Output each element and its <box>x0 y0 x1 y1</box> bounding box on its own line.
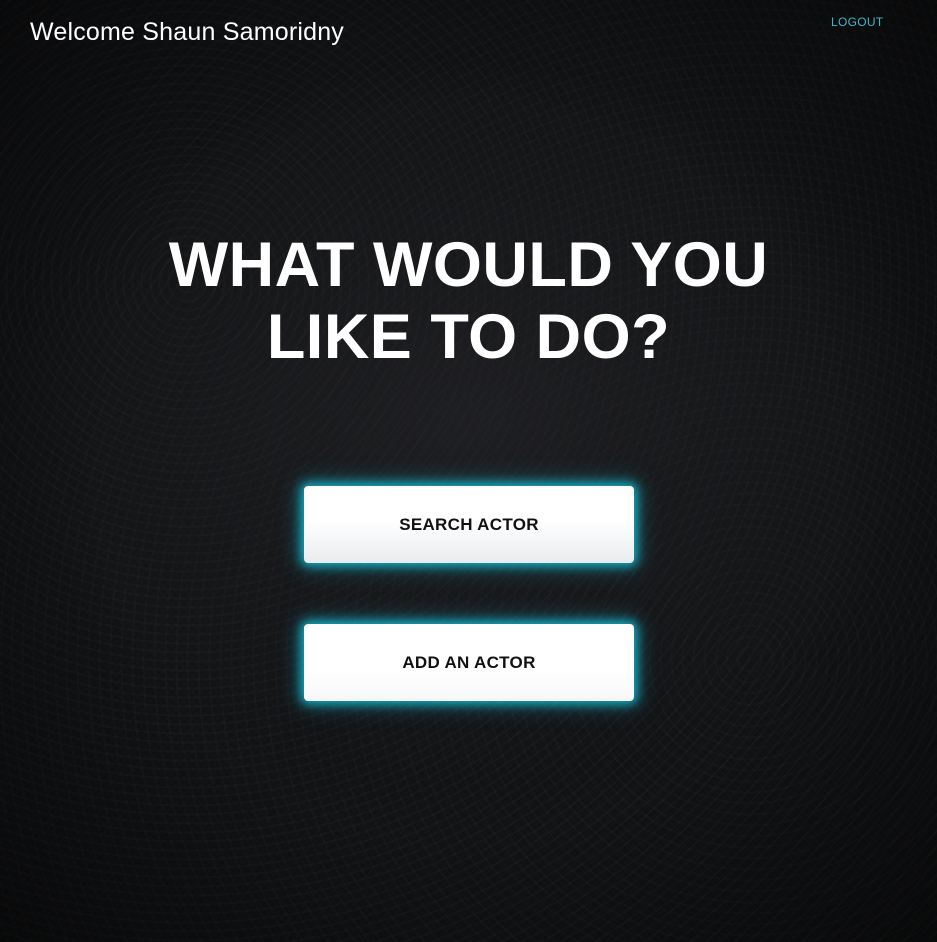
page-title-line-2: LIKE TO DO? <box>266 302 671 372</box>
welcome-message: Welcome Shaun Samoridny <box>30 18 345 46</box>
search-actor-button[interactable]: SEARCH ACTOR <box>304 486 634 563</box>
page-title-line-1: WHAT WOULD YOU <box>168 230 769 300</box>
add-actor-button[interactable]: ADD AN ACTOR <box>304 624 634 701</box>
page-title: WHAT WOULD YOU LIKE TO DO? <box>0 229 937 373</box>
logout-link[interactable]: LOGOUT <box>831 15 883 29</box>
